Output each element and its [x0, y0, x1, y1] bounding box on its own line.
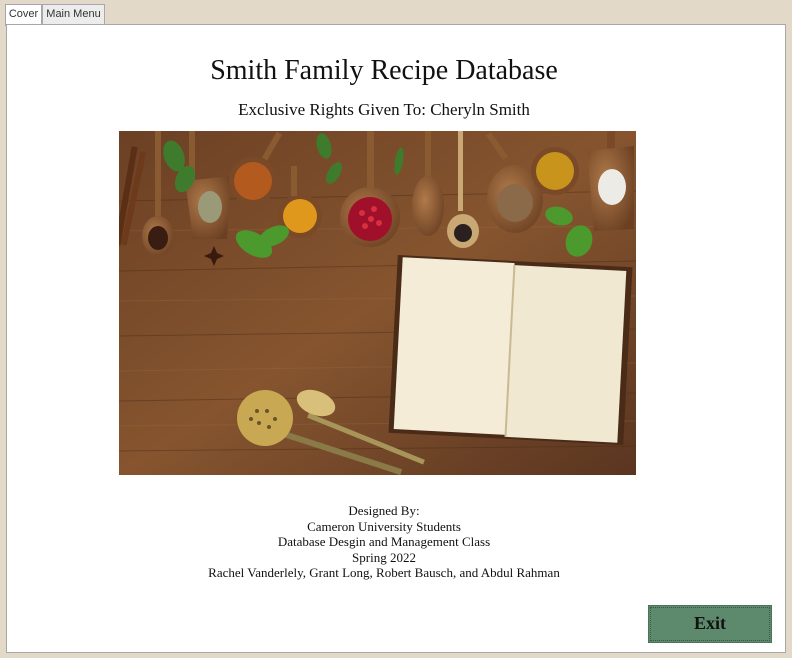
tab-cover[interactable]: Cover	[5, 4, 42, 26]
credits-block: Designed By: Cameron University Students…	[7, 503, 761, 581]
cover-image	[119, 131, 636, 475]
credits-line-term: Spring 2022	[352, 549, 416, 565]
credits-line-designed-by: Designed By:	[348, 503, 420, 518]
cover-form: Smith Family Recipe Database Exclusive R…	[6, 24, 786, 653]
credits-line-organization: Cameron University Students	[307, 518, 461, 534]
page-title: Smith Family Recipe Database	[210, 55, 558, 86]
spices-and-cookbook-illustration	[119, 131, 636, 475]
page-subtitle: Exclusive Rights Given To: Cheryln Smith	[238, 100, 530, 119]
credits-line-class: Database Desgin and Management Class	[277, 534, 491, 549]
exit-button[interactable]: Exit	[648, 605, 772, 643]
credits-line-authors: Rachel Vanderlely, Grant Long, Robert Ba…	[208, 565, 560, 580]
tab-main-menu[interactable]: Main Menu	[42, 4, 105, 24]
object-tab-bar: Cover Main Menu	[0, 0, 792, 26]
